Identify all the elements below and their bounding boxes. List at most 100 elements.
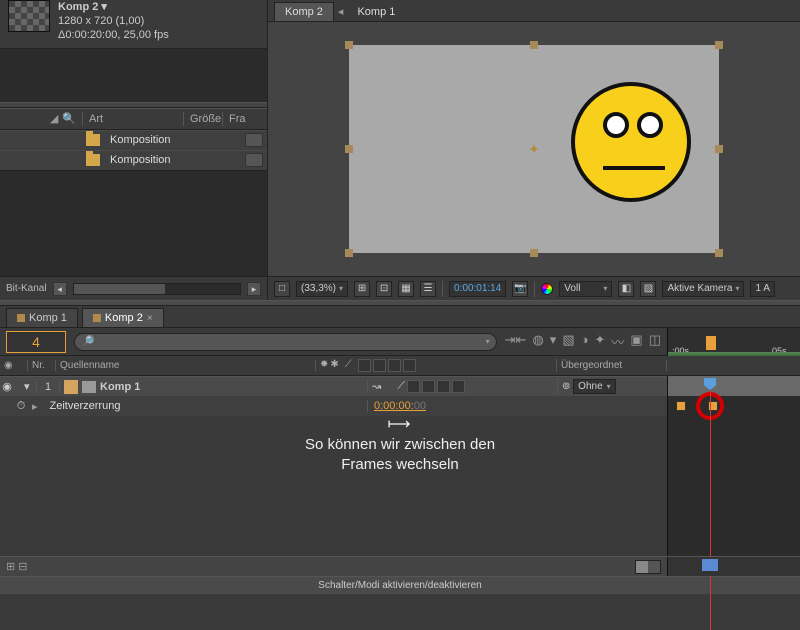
roi-icon[interactable]: ⊡ — [376, 281, 392, 297]
guides-icon[interactable]: ☰ — [420, 281, 436, 297]
comp-tab-active[interactable]: Komp 2 — [274, 2, 334, 21]
transform-handle[interactable] — [345, 145, 353, 153]
property-name: Zeitverzerrung — [38, 400, 367, 412]
twirl-down-icon[interactable]: ▾ — [24, 380, 36, 393]
switches-modes-toggle[interactable] — [635, 560, 661, 574]
project-column-headers: ◢ 🔍 Art Größe Fra — [0, 108, 267, 130]
shy-switch-icon[interactable]: ↝ — [372, 380, 381, 393]
flowchart-icon[interactable] — [245, 133, 263, 147]
grid-icon[interactable]: ▦ — [398, 281, 414, 297]
parent-dropdown[interactable]: Ohne▾ — [573, 379, 615, 394]
caps-lock-icon[interactable]: ▣ — [630, 332, 642, 351]
switch-box[interactable] — [422, 380, 435, 393]
flowchart-icon[interactable] — [245, 153, 263, 167]
project-row[interactable]: Komposition — [0, 150, 267, 170]
keyframe-icon[interactable] — [676, 401, 686, 411]
anchor-point-icon[interactable]: ✦ — [527, 142, 541, 156]
magnify-icon[interactable]: □ — [274, 281, 290, 297]
expand-icon[interactable]: ⊞ ⊟ — [6, 560, 28, 573]
transparency-grid-icon[interactable]: ▨ — [640, 281, 656, 297]
close-icon[interactable]: × — [147, 313, 153, 324]
comp-tab[interactable]: Komp 1 — [347, 3, 405, 21]
timeline-tab[interactable]: Komp 1 — [6, 308, 78, 327]
tab-dot-icon — [17, 314, 25, 322]
viewer-timecode[interactable]: 0:00:01:14 — [449, 281, 506, 297]
quality-dropdown[interactable]: Voll▾ — [559, 281, 612, 297]
scroll-right-button[interactable]: ▸ — [247, 282, 261, 296]
render-icon[interactable]: ◫ — [649, 332, 661, 351]
label-color-icon[interactable] — [64, 380, 78, 394]
search-icon[interactable]: 🔍 — [62, 112, 76, 125]
cti-handle-icon[interactable] — [706, 336, 716, 350]
property-row[interactable]: ⏱ ▸ Zeitverzerrung 0:00:00:00 — [0, 396, 667, 416]
project-row-kind: Komposition — [110, 154, 245, 166]
comp-info-name: Komp 2 ▾ — [58, 0, 169, 14]
transform-handle[interactable] — [715, 41, 723, 49]
transform-handle[interactable] — [530, 249, 538, 257]
comp-info-dimensions: 1280 x 720 (1,00) — [58, 14, 169, 28]
project-row[interactable]: Komposition — [0, 130, 267, 150]
viewer-toolbar: □ (33,3%)▾ ⊞ ⊡ ▦ ☰ 0:00:01:14 📷 Voll▾ ◧ … — [268, 276, 800, 300]
composition-panel: Komp 2 ◂ Komp 1 ✦ — [268, 0, 800, 300]
motionblur-icon[interactable]: ◑ — [581, 332, 589, 351]
channel-icon[interactable] — [541, 283, 553, 295]
filter-icon[interactable]: ◢ — [50, 112, 58, 125]
camera-dropdown[interactable]: Aktive Kamera▾ — [662, 281, 744, 297]
brainstorm-icon[interactable]: ✦ — [594, 332, 605, 351]
col-size[interactable]: Größe — [184, 113, 222, 125]
project-hscroll[interactable] — [73, 283, 241, 295]
transform-handle[interactable] — [345, 249, 353, 257]
pickwhip-icon[interactable]: ⊚ — [562, 381, 570, 392]
switch-box[interactable] — [452, 380, 465, 393]
smiley-shape[interactable] — [571, 82, 691, 202]
frameblend-icon[interactable]: ▧ — [562, 332, 574, 351]
switch-box[interactable] — [437, 380, 450, 393]
snapshot-icon[interactable]: 📷 — [512, 281, 528, 297]
smiley-eye-left — [603, 112, 629, 138]
switch-box[interactable] — [407, 380, 420, 393]
col-framerate[interactable]: Fra — [223, 113, 252, 125]
draft3d-icon[interactable]: ◍ — [532, 332, 543, 351]
bit-depth-label[interactable]: Bit-Kanal — [6, 283, 47, 294]
resolution-icon[interactable]: ⊞ — [354, 281, 370, 297]
comp-layer-icon — [82, 381, 96, 393]
timeline-track-area[interactable] — [667, 376, 800, 556]
parent-column-header[interactable]: Übergeordnet — [557, 360, 667, 371]
timeline-timecode[interactable]: 4 — [6, 331, 66, 353]
transform-handle[interactable] — [345, 41, 353, 49]
comp-canvas[interactable]: ✦ — [349, 45, 719, 253]
property-value[interactable]: 0:00:00:00 — [367, 400, 557, 412]
timeline-search-input[interactable]: 🔎 ▾ — [74, 333, 497, 351]
source-column-header[interactable]: Quellenname — [56, 360, 316, 371]
transform-handle[interactable] — [530, 41, 538, 49]
exposure-icon[interactable]: ◧ — [618, 281, 634, 297]
smiley-eye-right — [637, 112, 663, 138]
graph-editor-icon[interactable]: 〰 — [611, 332, 624, 351]
views-dropdown[interactable]: 1 A — [750, 281, 774, 297]
smiley-mouth — [603, 166, 665, 170]
composition-viewer[interactable]: ✦ — [268, 22, 800, 276]
scroll-left-button[interactable]: ◂ — [53, 282, 67, 296]
timeline-tab-active[interactable]: Komp 2 × — [82, 308, 164, 327]
work-area-bar[interactable] — [668, 352, 800, 356]
layer-name[interactable]: Komp 1 — [100, 381, 367, 393]
navigator-thumb[interactable] — [702, 559, 718, 571]
layer-duration-bar[interactable] — [668, 376, 800, 396]
composition-thumbnail[interactable] — [8, 0, 50, 32]
project-row-kind: Komposition — [110, 134, 245, 146]
chevron-down-icon: ▾ — [486, 337, 490, 346]
col-kind[interactable]: Art — [83, 113, 183, 125]
zoom-dropdown[interactable]: (33,3%)▾ — [296, 281, 348, 297]
project-panel: Komp 2 ▾ 1280 x 720 (1,00) Δ0:00:20:00, … — [0, 0, 268, 300]
layer-row[interactable]: ◉ ▾ 1 Komp 1 ↝ ⟋ ⊚ Ohne▾ — [0, 376, 667, 396]
time-navigator[interactable] — [667, 557, 800, 576]
tutorial-annotation: ⟼ So können wir zwischen den Frames wech… — [305, 415, 495, 475]
transform-handle[interactable] — [715, 145, 723, 153]
stopwatch-icon[interactable]: ⏱ — [14, 400, 28, 413]
visibility-icon[interactable]: ◉ — [0, 380, 14, 393]
shy-icon[interactable]: ⇥⇤ — [505, 332, 527, 351]
layer-number: 1 — [36, 381, 60, 393]
time-ruler[interactable]: :00s 05s — [668, 328, 800, 356]
transform-handle[interactable] — [715, 249, 723, 257]
nr-column-header[interactable]: Nr. — [28, 360, 56, 371]
